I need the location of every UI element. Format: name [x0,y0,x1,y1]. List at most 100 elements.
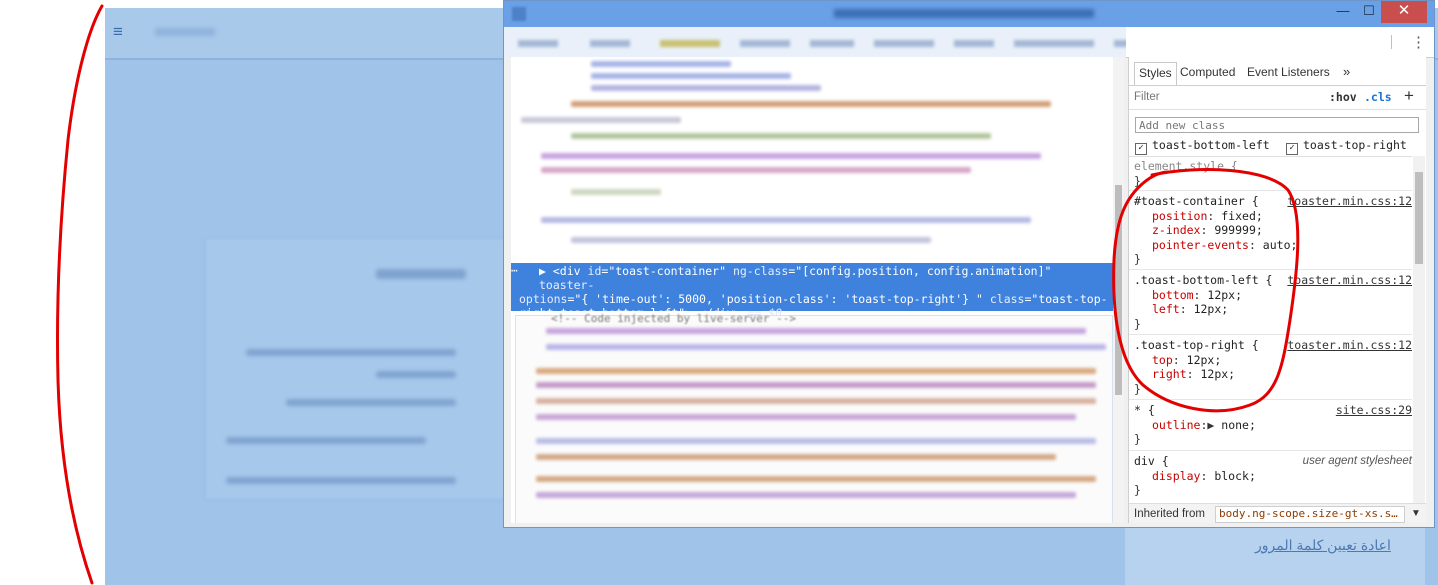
elements-scroll-thumb[interactable] [1115,185,1122,395]
new-rule-icon[interactable]: + [1404,86,1414,106]
minimize-button[interactable]: — [1329,1,1357,23]
blurred-code-line [521,117,681,123]
declaration[interactable]: left: 12px; [1134,302,1412,317]
inherited-selector-link[interactable]: body.ng-scope.size-gt-xs.s… [1215,506,1405,523]
attr-ng-class: ng-class [732,264,789,278]
panel-tab[interactable] [590,40,630,47]
declaration[interactable]: right: 12px; [1134,367,1412,382]
panel-tab[interactable] [660,40,720,47]
panel-tab[interactable] [810,40,854,47]
blurred-code-line [591,61,731,67]
panel-tab[interactable] [740,40,790,47]
rule-toast-bottom-left[interactable]: .toast-bottom-left { toaster.min.css:12 … [1129,273,1412,335]
attr-class: class [989,292,1025,306]
rule-universal[interactable]: * { site.css:29 outline:▶ none; } [1129,403,1412,451]
cls-toggle[interactable]: .cls [1364,90,1392,104]
blurred-code-line [536,454,1056,460]
node-dots-icon[interactable]: ⋯ [511,264,518,278]
class-toggle-bottom-left[interactable]: ✓ toast-bottom-left [1135,138,1270,155]
styles-pane: Styles Computed Event Listeners » Filter… [1128,57,1426,523]
toolbar-separator [1391,35,1392,49]
blurred-code-line [536,398,1096,404]
expand-triangle-icon[interactable]: ▶ [1207,418,1214,432]
tab-styles[interactable]: Styles [1134,62,1177,85]
sidebar-tabs: Styles Computed Event Listeners » [1129,57,1426,86]
rule-close: } [1134,381,1141,396]
rule-close: } [1134,316,1141,331]
blurred-code-line [591,85,821,91]
styles-scroll-thumb[interactable] [1415,172,1423,264]
blurred-code-line [536,414,1076,420]
blurred-code-line [536,382,1096,388]
selected-node-row[interactable]: ⋯ ▶ <div id="toast-container" ng-class="… [511,263,1117,320]
blurred-line [246,349,456,356]
declaration[interactable]: top: 12px; [1134,353,1412,368]
devtools-panel-tabs [504,27,1224,57]
blurred-code-line [541,217,1031,223]
declaration[interactable]: outline:▶ none; [1134,418,1412,433]
class-toggle-top-right[interactable]: ✓ toast-top-right [1286,138,1407,155]
reset-password-link[interactable]: اعادة تعيين كلمة المرور [1255,537,1391,554]
styles-scrollbar[interactable] [1413,156,1425,508]
blurred-code-line [536,476,1096,482]
devtools-toolbar-right: ⋮ [1126,27,1434,58]
rule-element-style[interactable]: element.style { } [1129,159,1412,191]
panel-tab[interactable] [954,40,994,47]
rule-div[interactable]: div { user agent stylesheet display: blo… [1129,454,1412,502]
rule-selector: element.style { [1134,159,1238,173]
more-options-icon[interactable]: ⋮ [1411,33,1426,51]
attr-id: id [587,264,602,278]
blurred-code-line [546,328,1086,334]
comment-node-line[interactable]: <!-- Code injected by live-server --> [551,312,796,325]
blurred-code-line [536,438,1096,444]
rule-close: } [1134,483,1141,497]
attr-toaster: toaster- [539,278,595,292]
declaration[interactable]: position: fixed; [1134,209,1412,224]
blurred-code-line [546,344,1106,350]
hov-toggle[interactable]: :hov [1329,90,1357,104]
attr-id-value: "toast-container" [608,264,727,278]
elements-lower-zone [515,315,1113,523]
blurred-code-line [541,167,971,173]
rule-source-link[interactable]: toaster.min.css:12 [1287,273,1412,288]
rule-source-link[interactable]: site.css:29 [1336,403,1412,418]
css-rules-list: element.style { } #toast-container { toa… [1129,156,1412,509]
rule-source-link[interactable]: toaster.min.css:12 [1287,194,1412,209]
maximize-button[interactable]: ☐ [1355,1,1383,23]
declaration[interactable]: display: block; [1134,469,1412,484]
rule-close: } [1134,252,1141,266]
blurred-code-line [571,237,931,243]
declaration[interactable]: bottom: 12px; [1134,288,1412,303]
devtools-window: — ☐ ✕ ⋮ ⋯ ▶ <div id="toast-container" ng… [503,0,1435,528]
checkbox-checked-icon[interactable]: ✓ [1286,143,1298,155]
hamburger-menu-icon[interactable]: ≡ [113,22,123,42]
rule-toast-top-right[interactable]: .toast-top-right { toaster.min.css:12 to… [1129,338,1412,400]
panel-tab[interactable] [874,40,934,47]
panel-tab[interactable] [518,40,558,47]
checkbox-checked-icon[interactable]: ✓ [1135,143,1147,155]
elements-scrollbar[interactable] [1113,57,1124,523]
tab-event-listeners[interactable]: Event Listeners [1247,62,1330,84]
blurred-code-line [536,492,1076,498]
rule-source-link[interactable]: toaster.min.css:12 [1287,338,1412,353]
add-class-input[interactable]: Add new class [1135,117,1419,133]
blurred-code-line [591,73,791,79]
tag-open: <div [552,264,581,278]
class-label: toast-top-right [1303,138,1407,152]
tab-computed[interactable]: Computed [1180,62,1235,84]
blurred-code-line [541,153,1041,159]
more-tabs-icon[interactable]: » [1343,62,1350,84]
blurred-line [286,399,456,406]
elements-tree[interactable]: ⋯ ▶ <div id="toast-container" ng-class="… [511,57,1117,523]
blurred-window-title [834,9,1094,18]
declaration[interactable]: z-index: 999999; [1134,223,1412,238]
blurred-line [376,371,456,378]
filter-input[interactable]: Filter [1134,91,1160,103]
scroll-down-arrow-icon[interactable]: ▼ [1411,508,1421,519]
rule-toast-container[interactable]: #toast-container { toaster.min.css:12 po… [1129,194,1412,270]
declaration[interactable]: pointer-events: auto; [1134,238,1412,253]
close-button[interactable]: ✕ [1381,1,1427,23]
panel-tab[interactable] [1014,40,1094,47]
expand-arrow-icon[interactable]: ▶ [539,264,546,278]
window-title-bar[interactable]: — ☐ ✕ [504,1,1434,27]
